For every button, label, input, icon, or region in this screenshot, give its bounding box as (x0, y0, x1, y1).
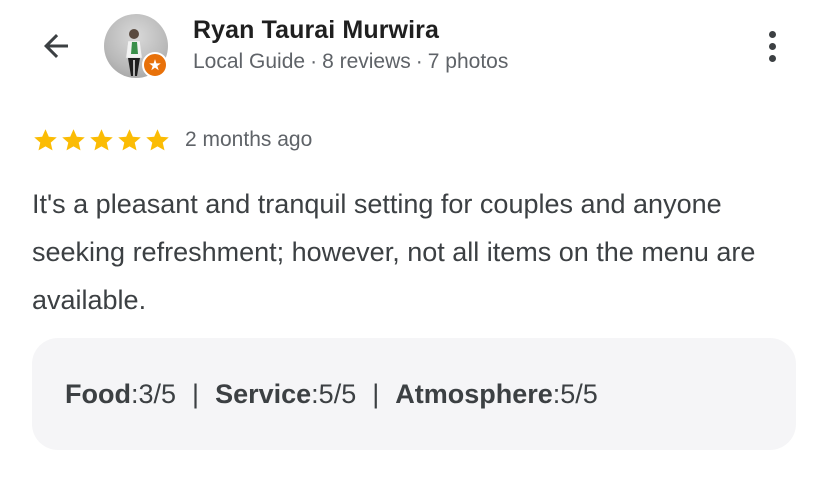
ratings-divider: | (192, 378, 200, 409)
reviewer-name[interactable]: Ryan Taurai Murwira (193, 16, 439, 45)
reviewer-review-count: 8 reviews (322, 50, 411, 73)
ratings-divider: | (372, 378, 380, 409)
atmosphere-label: Atmosphere (395, 378, 553, 409)
reviewer-level: Local Guide (193, 50, 306, 73)
avatar[interactable] (104, 14, 168, 78)
reviewer-meta: Local Guide · 8 reviews · 7 photos (193, 50, 508, 74)
star-rating (32, 127, 171, 154)
review-text: It's a pleasant and tranquil setting for… (32, 189, 756, 315)
food-value: 3/5 (138, 378, 177, 409)
star-icon (62, 128, 85, 150)
more-options-button[interactable] (752, 24, 792, 68)
service-value: 5/5 (318, 378, 357, 409)
service-label: Service (215, 378, 312, 409)
food-label: Food (65, 378, 131, 409)
back-button[interactable] (32, 24, 80, 68)
reviewer-photo-count: 7 photos (427, 50, 509, 73)
star-icon (90, 128, 113, 150)
meta-separator: · (310, 50, 318, 73)
local-guide-badge-icon (142, 52, 168, 78)
review-header: Ryan Taurai Murwira Local Guide · 8 review… (0, 0, 828, 100)
meta-separator: · (415, 50, 423, 73)
star-icon (118, 128, 141, 150)
arrow-left-icon (44, 34, 68, 58)
aspect-ratings-box: Food: 3/5 | Service: 5/5 | Atmosphere: 5… (32, 338, 796, 450)
atmosphere-value: 5/5 (560, 378, 598, 409)
more-vertical-icon (768, 30, 776, 38)
star-icon (34, 128, 57, 150)
review-time: 2 months ago (185, 128, 313, 151)
star-icon (146, 128, 169, 150)
rating-row: 2 months ago (32, 124, 312, 156)
